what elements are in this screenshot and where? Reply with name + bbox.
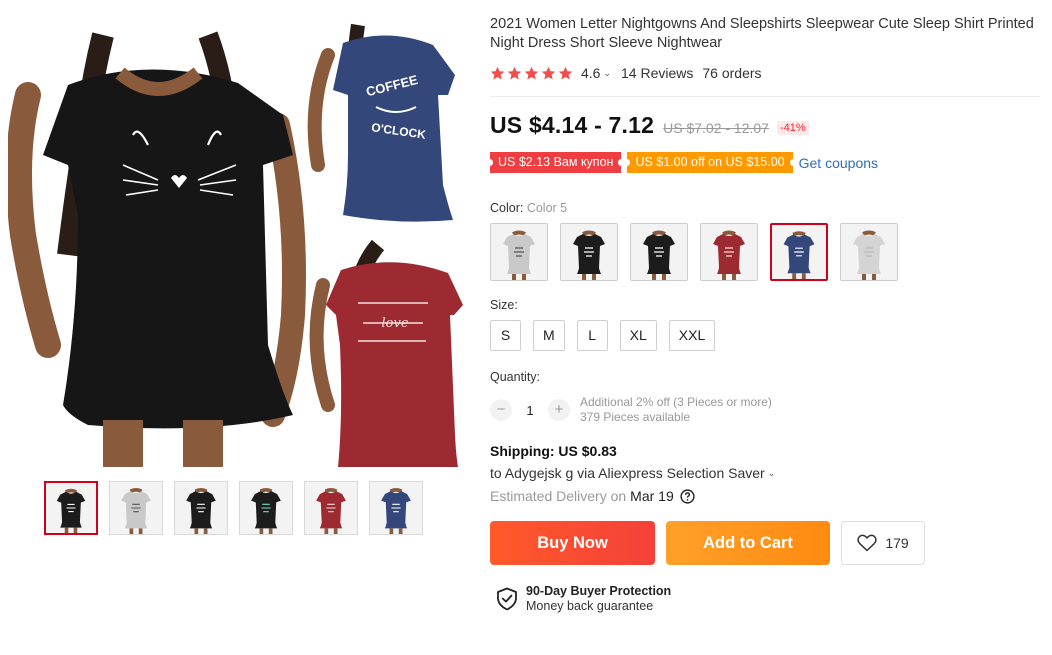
size-option[interactable]: XXL <box>668 320 716 351</box>
wishlist-count: 179 <box>885 535 909 551</box>
current-price: US $4.14 - 7.12 <box>490 112 655 138</box>
shipping-destination-text[interactable]: to Adygejsk g via Aliexpress Selection S… <box>490 465 765 481</box>
reviews-link[interactable]: 14 Reviews <box>621 65 693 81</box>
help-icon[interactable] <box>680 488 695 504</box>
color-label: Color: Color 5 <box>490 201 1046 215</box>
increase-quantity-button[interactable]: + <box>548 399 570 421</box>
stock-available: 379 Pieces available <box>580 410 691 424</box>
price-row: US $4.14 - 7.12 US $7.02 - 12.07 -41% <box>490 112 1046 139</box>
rating-row: 4.6 ⌄ 14 Reviews 76 orders <box>490 64 1046 82</box>
delivery-date: Mar 19 <box>630 488 674 504</box>
size-options: S M L XL XXL <box>490 320 1046 351</box>
gallery-thumbnail[interactable] <box>369 481 423 535</box>
color-swatch[interactable] <box>700 223 758 281</box>
shipping-price: Shipping: US $0.83 <box>490 443 617 459</box>
protection-title: 90-Day Buyer Protection <box>526 584 672 598</box>
wishlist-button[interactable]: 179 <box>841 521 925 565</box>
color-swatch[interactable] <box>840 223 898 281</box>
quantity-note: Additional 2% off (3 Pieces or more) 379… <box>580 395 772 425</box>
color-swatch[interactable] <box>560 223 618 281</box>
main-product-image[interactable]: COFFEE O'CLOCK love <box>8 15 463 467</box>
bulk-discount-note: Additional 2% off (3 Pieces or more) <box>580 395 772 409</box>
estimated-delivery: Estimated Delivery on Mar 19 <box>490 488 1046 504</box>
chevron-down-icon[interactable]: ⌄ <box>768 468 776 479</box>
product-title: 2021 Women Letter Nightgowns And Sleepsh… <box>490 16 1034 51</box>
size-option[interactable]: XL <box>619 320 657 351</box>
shipping-destination[interactable]: to Adygejsk g via Aliexpress Selection S… <box>490 465 1046 481</box>
gallery-thumbnail[interactable] <box>174 481 228 535</box>
color-swatch[interactable] <box>630 223 688 281</box>
buyer-protection: 90-Day Buyer Protection Money back guara… <box>496 584 1046 614</box>
buy-now-button[interactable]: Buy Now <box>490 521 655 565</box>
quantity-label: Quantity: <box>490 370 541 384</box>
heart-icon <box>857 534 877 552</box>
size-label: Size: <box>490 298 518 312</box>
seller-coupon[interactable]: US $2.13 Вам купон <box>486 152 625 173</box>
add-to-cart-button[interactable]: Add to Cart <box>666 521 830 565</box>
shield-check-icon <box>497 587 517 611</box>
quantity-input[interactable]: 1 <box>512 403 548 418</box>
star-icon <box>541 66 556 79</box>
color-swatches <box>490 223 1046 281</box>
orders-count: 76 orders <box>702 65 762 81</box>
size-option[interactable]: L <box>576 320 608 351</box>
star-icon <box>558 66 573 79</box>
star-icon <box>507 66 522 79</box>
quantity-stepper: − 1 + Additional 2% off (3 Pieces or mor… <box>490 395 1046 425</box>
color-label-text: Color: <box>490 201 524 215</box>
star-rating <box>490 66 573 81</box>
blue-dress-model: COFFEE O'CLOCK <box>307 23 455 222</box>
coupon-row: US $2.13 Вам купон US $1.00 off on US $1… <box>486 152 1046 173</box>
color-swatch[interactable] <box>490 223 548 281</box>
product-info: 2021 Women Letter Nightgowns And Sleepsh… <box>486 15 1046 614</box>
protection-subtitle: Money back guarantee <box>526 599 654 613</box>
gallery-thumbnail[interactable] <box>44 481 98 535</box>
action-buttons: Buy Now Add to Cart 179 <box>490 521 1046 565</box>
gallery-thumbnail[interactable] <box>109 481 163 535</box>
delivery-prefix: Estimated Delivery on <box>490 488 627 504</box>
star-icon <box>524 66 539 79</box>
black-dress-model <box>8 31 306 467</box>
red-dress-model: love <box>309 239 463 467</box>
divider <box>490 96 1040 97</box>
size-option[interactable]: M <box>533 320 565 351</box>
color-swatch[interactable] <box>770 223 828 281</box>
original-price: US $7.02 - 12.07 <box>663 120 769 136</box>
get-coupons-link[interactable]: Get coupons <box>799 155 878 171</box>
size-option[interactable]: S <box>490 320 521 351</box>
rating-value[interactable]: 4.6 <box>581 65 600 81</box>
gallery-thumbnail[interactable] <box>239 481 293 535</box>
love-print-text: love <box>381 316 408 331</box>
selected-color: Color 5 <box>526 201 568 215</box>
thumbnail-strip <box>44 481 423 535</box>
decrease-quantity-button[interactable]: − <box>490 399 512 421</box>
chevron-down-icon[interactable]: ⌄ <box>603 68 611 79</box>
star-icon <box>490 66 505 79</box>
store-coupon[interactable]: US $1.00 off on US $15.00 <box>624 152 796 173</box>
gallery-thumbnail[interactable] <box>304 481 358 535</box>
discount-badge: -41% <box>776 121 809 135</box>
